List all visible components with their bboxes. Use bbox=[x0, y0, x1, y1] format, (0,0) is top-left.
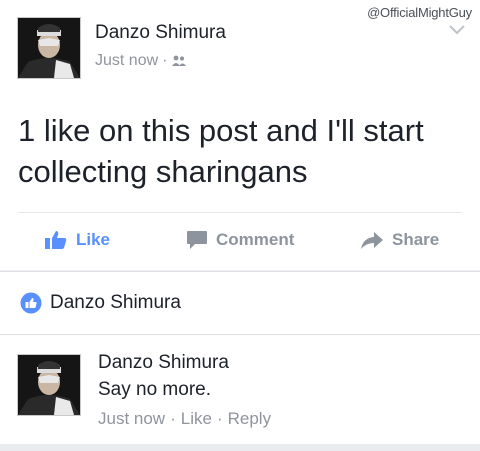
share-arrow-icon bbox=[361, 232, 383, 249]
comment-time[interactable]: Just now bbox=[98, 409, 165, 429]
comment-avatar[interactable] bbox=[17, 354, 81, 416]
post-card: @OfficialMightGuy Danzo Shimura Just now… bbox=[0, 0, 480, 270]
comment-text: Say no more. bbox=[98, 379, 211, 400]
comment-like-link[interactable]: Like bbox=[181, 409, 212, 429]
meta-dot: · bbox=[170, 409, 176, 428]
watermark: @OfficialMightGuy bbox=[367, 5, 472, 20]
thumbs-up-icon bbox=[45, 231, 67, 249]
reaction-name: Danzo Shimura bbox=[50, 292, 181, 313]
post-author[interactable]: Danzo Shimura bbox=[95, 22, 226, 44]
post-actions: Like Comment Share bbox=[0, 222, 480, 262]
post-meta: Just now · bbox=[95, 52, 187, 70]
comment-meta: Just now · Like · Reply bbox=[98, 409, 271, 429]
bottom-divider bbox=[0, 444, 480, 451]
post-time[interactable]: Just now bbox=[95, 52, 158, 70]
chevron-down-icon[interactable] bbox=[448, 24, 466, 36]
share-button[interactable]: Share bbox=[360, 230, 439, 250]
comment-label: Comment bbox=[216, 230, 295, 249]
meta-separator: · bbox=[162, 52, 168, 69]
like-reaction-icon bbox=[20, 292, 42, 314]
like-button[interactable]: Like bbox=[44, 230, 110, 250]
avatar[interactable] bbox=[17, 17, 81, 79]
reactions-summary[interactable]: Danzo Shimura bbox=[20, 292, 181, 314]
meta-dot: · bbox=[216, 409, 223, 428]
comment-reply-link[interactable]: Reply bbox=[228, 409, 271, 429]
comment-bubble-icon bbox=[187, 231, 207, 249]
like-label: Like bbox=[76, 230, 111, 249]
reactions-bar: Danzo Shimura bbox=[0, 271, 480, 334]
comment-author[interactable]: Danzo Shimura bbox=[98, 352, 229, 374]
post-text: 1 like on this post and I'll start colle… bbox=[18, 113, 424, 189]
divider bbox=[18, 212, 462, 213]
comment-button[interactable]: Comment bbox=[186, 230, 294, 250]
friends-icon[interactable] bbox=[171, 55, 187, 67]
share-label: Share bbox=[392, 230, 440, 249]
